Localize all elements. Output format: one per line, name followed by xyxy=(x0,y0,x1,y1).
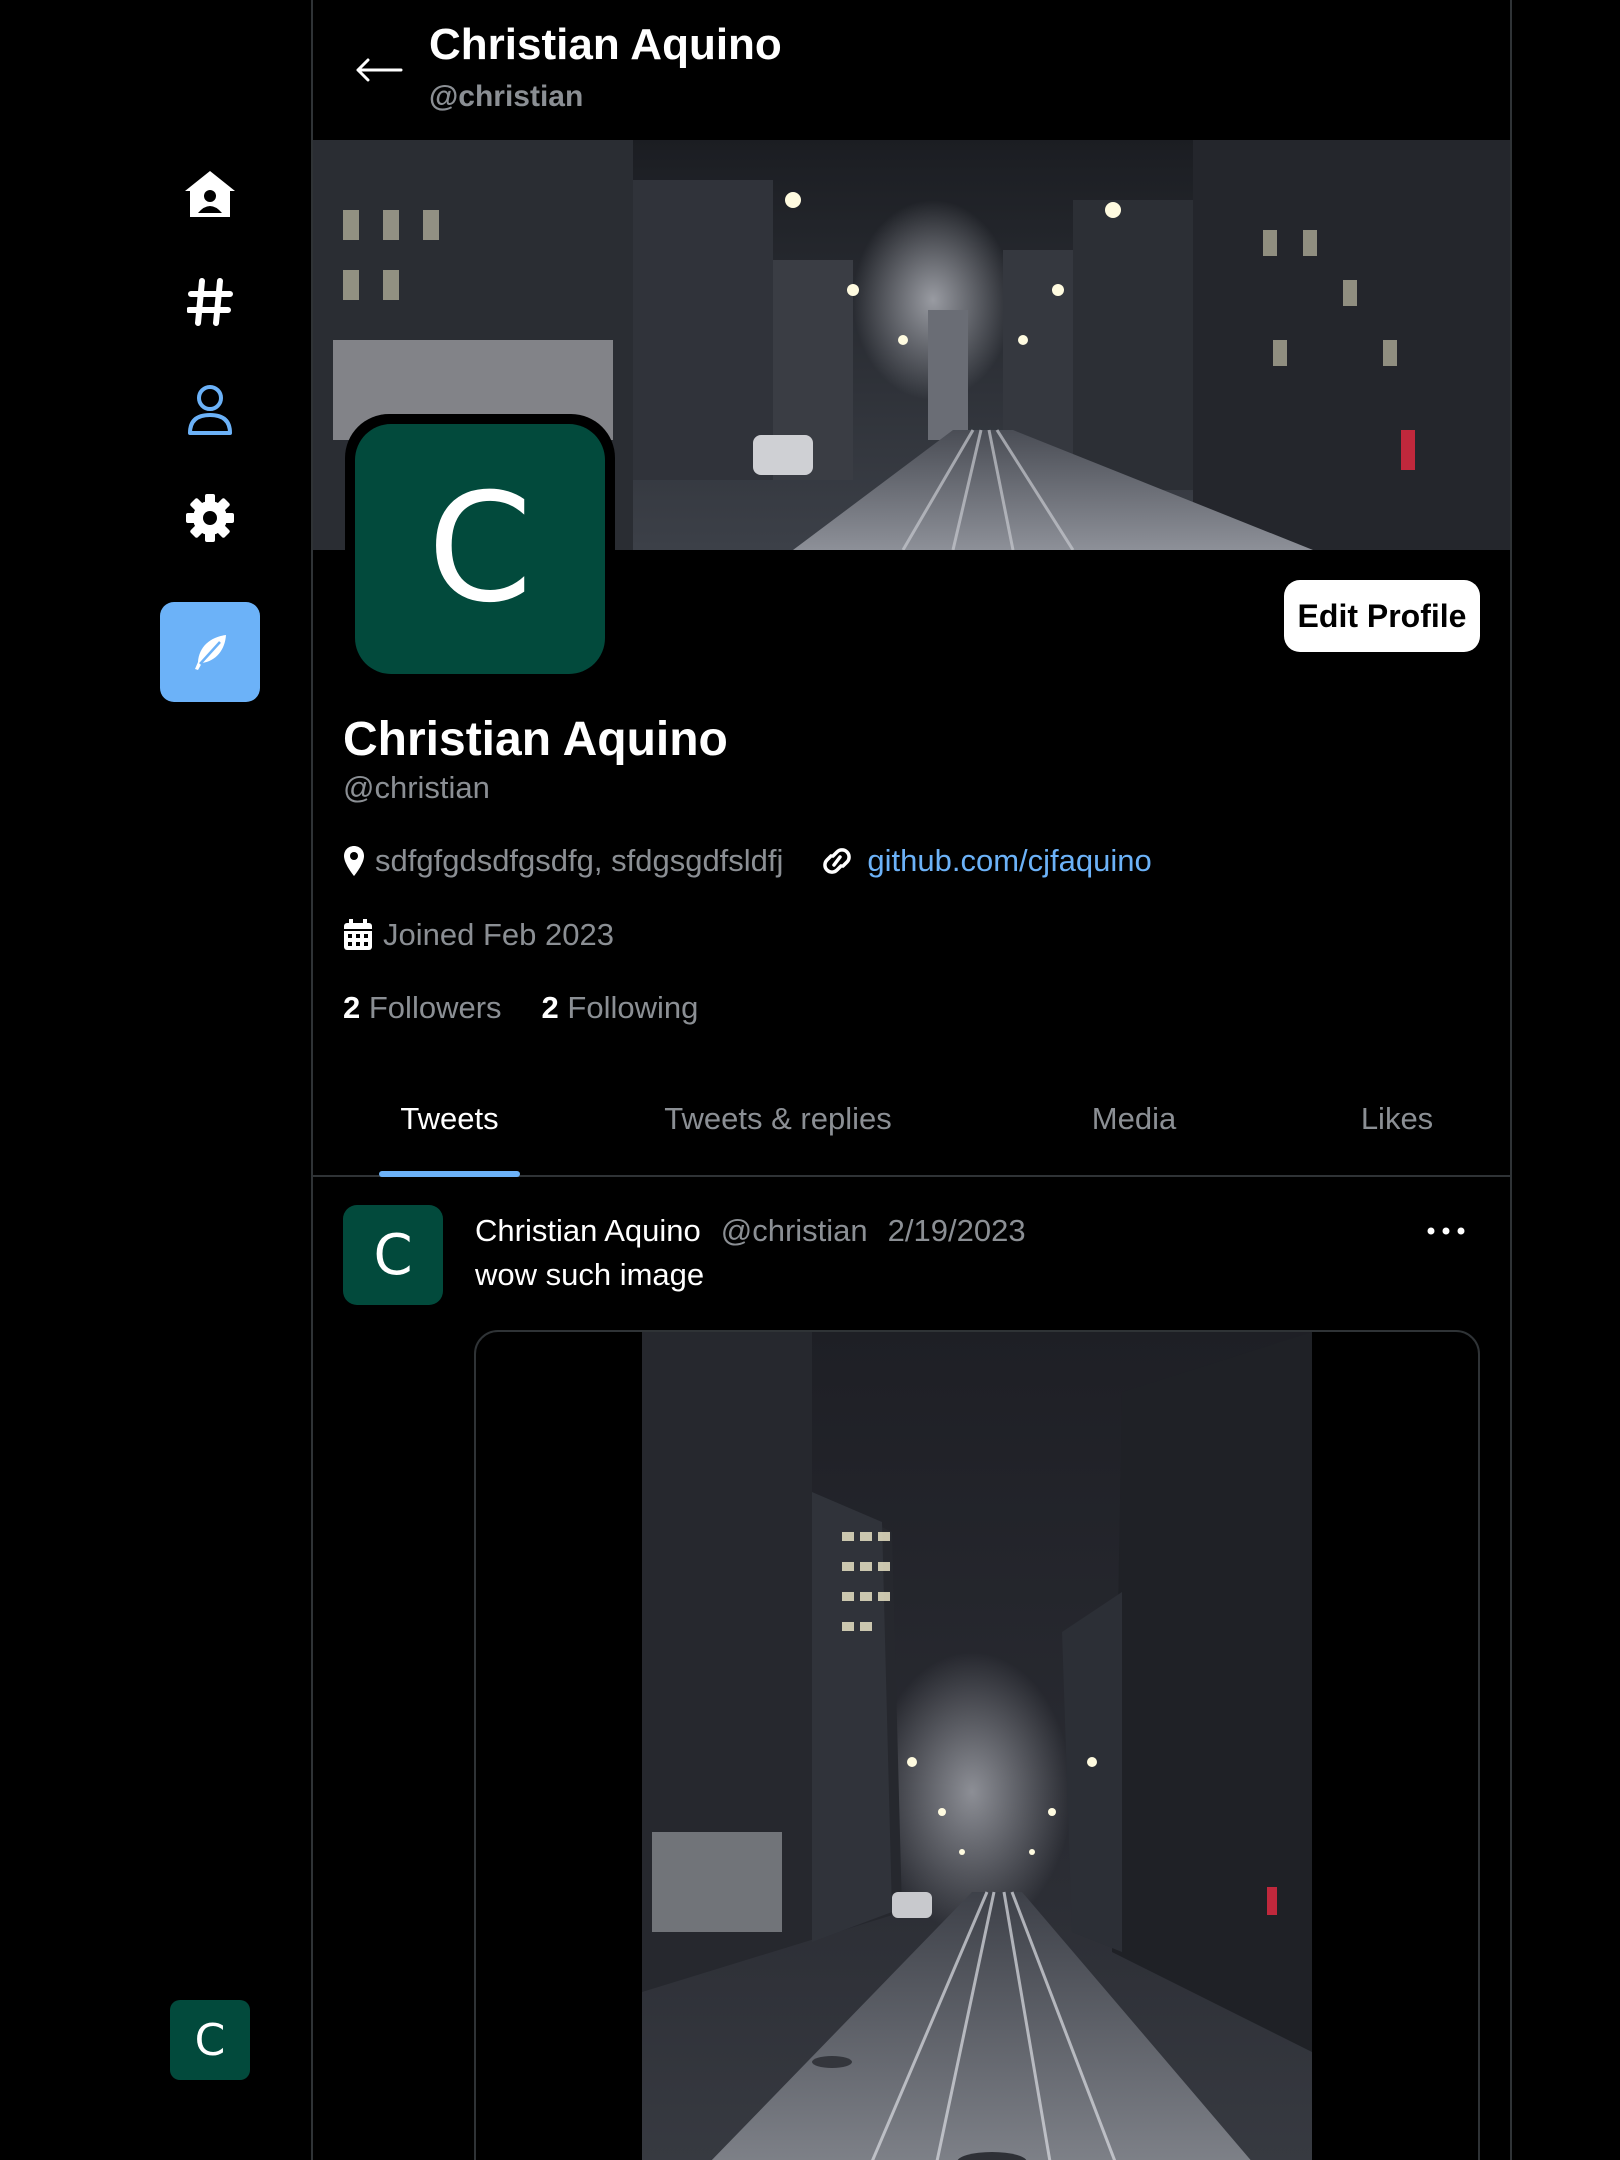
profile-avatar: C xyxy=(345,414,615,684)
profile-location: sdfgfgdsdfgsdfg, sfdgsgdfsldfj xyxy=(375,843,784,878)
explore-nav-button[interactable] xyxy=(176,268,244,336)
tab-likes[interactable]: Likes xyxy=(1337,1065,1457,1173)
profile-website-link[interactable]: github.com/cjfaquino xyxy=(867,843,1151,879)
following-link[interactable]: 2 Following xyxy=(542,990,699,1026)
profile-avatar-letter: C xyxy=(427,462,533,636)
back-arrow-icon xyxy=(356,58,403,82)
tweet-header: Christian Aquino @christian 2/19/2023 xyxy=(475,1213,1026,1249)
tweet-avatar-letter: C xyxy=(373,1222,413,1288)
calendar-icon xyxy=(343,919,373,951)
tweet-more-options-button[interactable] xyxy=(1421,1213,1471,1249)
settings-nav-button[interactable] xyxy=(176,484,244,552)
profile-column: Christian Aquino @christian C Edit Profi… xyxy=(311,0,1512,2160)
profile-handle: @christian xyxy=(343,770,490,805)
followers-label: Followers xyxy=(368,990,502,1025)
link-icon xyxy=(817,847,857,875)
header-handle: @christian xyxy=(429,80,584,113)
tweet-date[interactable]: 2/19/2023 xyxy=(888,1213,1026,1249)
tweet-author-handle: @christian xyxy=(720,1213,868,1248)
tweet-media[interactable] xyxy=(474,1330,1480,2160)
profile-joined-date: Joined Feb 2023 xyxy=(383,917,614,952)
tab-tweets[interactable]: Tweets xyxy=(379,1065,520,1173)
location-pin-icon xyxy=(343,845,365,877)
tab-media[interactable]: Media xyxy=(1059,1065,1209,1173)
more-dots-icon xyxy=(1427,1227,1465,1235)
account-avatar[interactable]: C xyxy=(170,2000,250,2080)
followers-count: 2 xyxy=(343,990,361,1025)
tab-tweets-and-replies[interactable]: Tweets & replies xyxy=(643,1065,913,1173)
tweet-text: wow such image xyxy=(475,1257,705,1292)
compose-tweet-button[interactable] xyxy=(160,602,260,702)
home-icon xyxy=(185,171,235,217)
header-title: Christian Aquino xyxy=(429,20,782,69)
tweet-item[interactable]: C Christian Aquino @christian 2/19/2023 … xyxy=(313,1177,1510,2160)
feather-icon xyxy=(195,635,226,670)
following-count: 2 xyxy=(541,990,559,1025)
account-avatar-letter: C xyxy=(194,2014,226,2066)
follow-stats: 2 Followers 2 Following xyxy=(343,990,698,1026)
tweet-author-avatar[interactable]: C xyxy=(343,1205,443,1305)
profile-tabs: Tweets Tweets & replies Media Likes xyxy=(313,1065,1510,1177)
tweet-image xyxy=(642,1332,1312,2160)
profile-joined-row: Joined Feb 2023 xyxy=(343,917,614,953)
followers-link[interactable]: 2 Followers xyxy=(343,990,502,1026)
user-icon xyxy=(188,385,232,435)
following-label: Following xyxy=(567,990,699,1025)
sidebar: C xyxy=(0,0,311,2160)
profile-avatar-tile: C xyxy=(355,424,605,674)
profile-nav-button[interactable] xyxy=(176,376,244,444)
edit-profile-button[interactable]: Edit Profile xyxy=(1284,580,1480,652)
hashtag-icon xyxy=(187,278,233,326)
profile-header: Christian Aquino @christian xyxy=(313,0,1510,140)
gear-icon xyxy=(186,494,234,542)
back-button[interactable] xyxy=(349,40,409,100)
profile-meta-row: sdfgfgdsdfgsdfg, sfdgsgdfsldfj github.co… xyxy=(343,843,1152,879)
home-nav-button[interactable] xyxy=(176,160,244,228)
profile-name: Christian Aquino xyxy=(343,713,728,766)
tweet-author-name[interactable]: Christian Aquino xyxy=(475,1213,701,1249)
